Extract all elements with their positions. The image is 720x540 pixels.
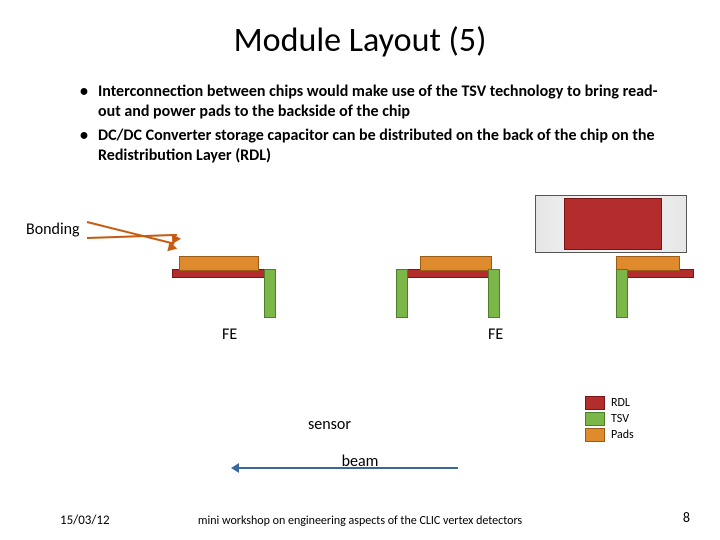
label-sensor: sensor [308, 415, 351, 434]
legend-label: RDL [611, 396, 630, 410]
legend: RDL TSV Pads [585, 395, 634, 443]
tsv-pillar [488, 269, 500, 318]
legend-swatch-tsv [585, 412, 605, 426]
legend-item: Pads [585, 427, 634, 443]
tsv-pillar [396, 269, 408, 318]
label-fe: FE [488, 325, 503, 344]
legend-swatch-rdl [585, 396, 605, 410]
bonding-arrow-icon [87, 221, 175, 245]
bonding-arrow-icon [87, 234, 177, 239]
pad-bar [179, 256, 259, 271]
legend-item: RDL [585, 395, 634, 411]
bullet-list: Interconnection between chips would make… [80, 82, 660, 170]
pad-bar [420, 256, 492, 271]
beam-arrow-icon [234, 467, 458, 469]
legend-item: TSV [585, 411, 634, 427]
bullet-item: Interconnection between chips would make… [80, 82, 660, 122]
tsv-pillar [616, 269, 628, 318]
bullet-item: DC/DC Converter storage capacitor can be… [80, 126, 660, 166]
footer-text: mini workshop on engineering aspects of … [0, 514, 720, 528]
legend-label: Pads [611, 428, 634, 442]
slide-title: Module Layout (5) [0, 20, 720, 61]
legend-swatch-pads [585, 428, 605, 442]
capacitor-electrode [564, 198, 662, 250]
tsv-pillar [264, 269, 276, 318]
label-bonding: Bonding [26, 220, 80, 239]
page-number: 8 [683, 509, 690, 526]
label-fe: FE [222, 325, 237, 344]
legend-label: TSV [611, 412, 629, 426]
